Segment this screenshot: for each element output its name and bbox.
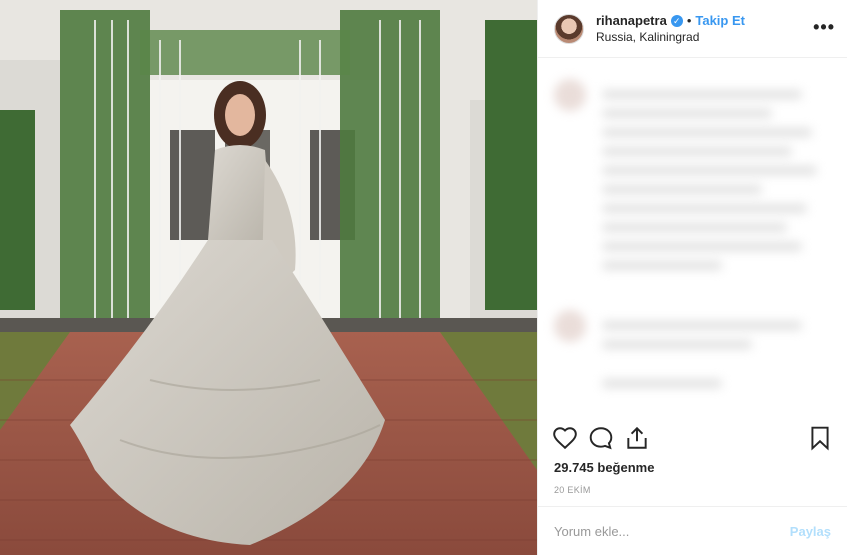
bookmark-icon[interactable]: [807, 425, 833, 451]
more-options-icon[interactable]: •••: [813, 17, 835, 38]
blurred-text-line: [602, 223, 787, 232]
user-row: rihanapetra ✓ • Takip Et: [596, 13, 745, 29]
likes-count[interactable]: 29.745 beğenme: [554, 460, 654, 475]
share-comment-button[interactable]: Paylaş: [790, 524, 831, 539]
header-text: rihanapetra ✓ • Takip Et Russia, Kalinin…: [596, 13, 745, 45]
comment-icon[interactable]: [588, 425, 614, 451]
blurred-text-line: [602, 340, 752, 349]
share-icon[interactable]: [624, 425, 650, 451]
instagram-post: rihanapetra ✓ • Takip Et Russia, Kalinin…: [0, 0, 847, 555]
post-photo-image: [0, 0, 537, 555]
blurred-text-line: [602, 90, 802, 99]
blurred-text-line: [602, 109, 772, 118]
post-date[interactable]: 20 EKİM: [554, 485, 591, 495]
blurred-text-line: [602, 379, 722, 388]
action-bar: [552, 425, 833, 455]
post-photo[interactable]: [0, 0, 537, 555]
separator-dot: •: [686, 12, 692, 28]
blurred-text-line: [602, 185, 762, 194]
verified-icon: ✓: [670, 14, 683, 27]
add-comment-bar: Paylaş: [538, 506, 847, 555]
post-side-panel: rihanapetra ✓ • Takip Et Russia, Kalinin…: [537, 0, 847, 555]
avatar[interactable]: [554, 13, 584, 44]
blurred-text-line: [602, 261, 722, 270]
username-link[interactable]: rihanapetra: [596, 13, 667, 29]
blurred-text-line: [602, 128, 812, 137]
heart-icon[interactable]: [552, 425, 578, 451]
comment-avatar: [554, 79, 586, 111]
comment-input[interactable]: [554, 523, 790, 539]
blurred-text-line: [602, 204, 807, 213]
blurred-text-line: [602, 321, 802, 330]
comment-avatar: [554, 310, 586, 342]
blurred-text-line: [602, 166, 817, 175]
post-header: rihanapetra ✓ • Takip Et Russia, Kalinin…: [538, 0, 847, 58]
blurred-text-line: [602, 147, 792, 156]
location-link[interactable]: Russia, Kaliningrad: [596, 29, 745, 45]
comments-area: [538, 59, 847, 417]
blurred-text-line: [602, 242, 802, 251]
follow-button[interactable]: Takip Et: [695, 13, 745, 29]
